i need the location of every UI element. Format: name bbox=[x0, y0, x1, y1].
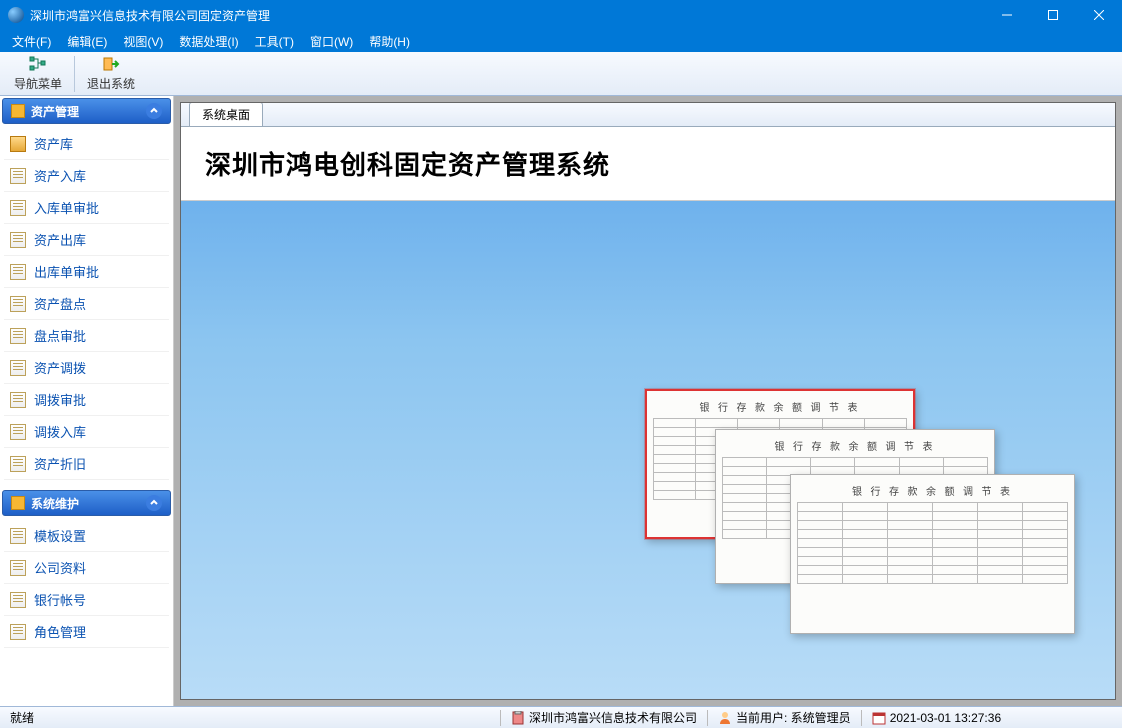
window-title: 深圳市鸿富兴信息技术有限公司固定资产管理 bbox=[30, 7, 984, 24]
doc-icon bbox=[10, 200, 26, 216]
menu-data[interactable]: 数据处理(I) bbox=[171, 31, 246, 52]
sidebar-group-system-label: 系统维护 bbox=[31, 495, 79, 512]
toolbar: 导航菜单 退出系统 bbox=[0, 52, 1122, 96]
grid-icon bbox=[11, 104, 25, 118]
content-area: 系统桌面 深圳市鸿电创科固定资产管理系统 银 行 存 款 余 额 调 节 表 银… bbox=[174, 96, 1122, 706]
sidebar-item-role[interactable]: 角色管理 bbox=[4, 616, 169, 648]
sidebar-item-transfer[interactable]: 资产调拨 bbox=[4, 352, 169, 384]
box-icon bbox=[10, 136, 26, 152]
doc-icon bbox=[10, 624, 26, 640]
sidebar-group-assets-body: 资产库 资产入库 入库单审批 资产出库 出库单审批 资产盘点 盘点审批 资产调拨… bbox=[0, 126, 173, 488]
chevron-up-icon bbox=[146, 495, 162, 511]
nav-menu-label: 导航菜单 bbox=[14, 75, 62, 92]
doc-icon bbox=[10, 232, 26, 248]
sidebar-item-out-approve[interactable]: 出库单审批 bbox=[4, 256, 169, 288]
sidebar: 资产管理 资产库 资产入库 入库单审批 资产出库 出库单审批 资产盘点 盘点审批… bbox=[0, 96, 174, 706]
calendar-icon bbox=[872, 711, 886, 725]
sidebar-item-asset-out[interactable]: 资产出库 bbox=[4, 224, 169, 256]
menu-window[interactable]: 窗口(W) bbox=[302, 31, 361, 52]
sidebar-item-transfer-approve[interactable]: 调拨审批 bbox=[4, 384, 169, 416]
doc-icon bbox=[10, 328, 26, 344]
chevron-up-icon bbox=[146, 103, 162, 119]
doc-icon bbox=[10, 456, 26, 472]
tab-desktop[interactable]: 系统桌面 bbox=[189, 102, 263, 126]
sidebar-item-template[interactable]: 模板设置 bbox=[4, 520, 169, 552]
sidebar-item-inventory-approve[interactable]: 盘点审批 bbox=[4, 320, 169, 352]
status-company: 深圳市鸿富兴信息技术有限公司 bbox=[501, 709, 707, 726]
menu-tool[interactable]: 工具(T) bbox=[247, 31, 302, 52]
status-bar: 就绪 深圳市鸿富兴信息技术有限公司 当前用户: 系统管理员 2021-03-01… bbox=[0, 706, 1122, 728]
sidebar-group-assets-label: 资产管理 bbox=[31, 103, 79, 120]
sidebar-item-asset-store[interactable]: 资产库 bbox=[4, 128, 169, 160]
banner-title: 深圳市鸿电创科固定资产管理系统 bbox=[205, 145, 1091, 182]
doc-icon bbox=[10, 424, 26, 440]
desktop-frame: 系统桌面 深圳市鸿电创科固定资产管理系统 银 行 存 款 余 额 调 节 表 银… bbox=[180, 102, 1116, 700]
title-bar: 深圳市鸿富兴信息技术有限公司固定资产管理 bbox=[0, 0, 1122, 30]
menu-bar: 文件(F) 编辑(E) 视图(V) 数据处理(I) 工具(T) 窗口(W) 帮助… bbox=[0, 30, 1122, 52]
grid-icon bbox=[11, 496, 25, 510]
doc-icon bbox=[10, 592, 26, 608]
sidebar-item-inventory[interactable]: 资产盘点 bbox=[4, 288, 169, 320]
forms-illustration: 银 行 存 款 余 额 调 节 表 银 行 存 款 余 额 调 节 表 银 行 … bbox=[645, 389, 1085, 669]
doc-icon bbox=[10, 296, 26, 312]
sidebar-group-assets[interactable]: 资产管理 bbox=[2, 98, 171, 124]
sidebar-group-system[interactable]: 系统维护 bbox=[2, 490, 171, 516]
sidebar-group-system-body: 模板设置 公司资料 银行帐号 角色管理 bbox=[0, 518, 173, 656]
doc-icon bbox=[10, 168, 26, 184]
maximize-button[interactable] bbox=[1030, 0, 1076, 30]
nav-menu-button[interactable]: 导航菜单 bbox=[6, 53, 70, 94]
user-icon bbox=[718, 711, 732, 725]
sidebar-item-depreciation[interactable]: 资产折旧 bbox=[4, 448, 169, 480]
exit-label: 退出系统 bbox=[87, 75, 135, 92]
exit-icon bbox=[101, 55, 121, 73]
close-button[interactable] bbox=[1076, 0, 1122, 30]
toolbar-separator bbox=[74, 56, 75, 92]
doc-icon bbox=[10, 392, 26, 408]
banner: 深圳市鸿电创科固定资产管理系统 bbox=[181, 127, 1115, 201]
status-ready: 就绪 bbox=[0, 709, 500, 726]
sidebar-item-transfer-in[interactable]: 调拨入库 bbox=[4, 416, 169, 448]
app-icon bbox=[8, 7, 24, 23]
menu-file[interactable]: 文件(F) bbox=[4, 31, 59, 52]
status-user: 当前用户: 系统管理员 bbox=[708, 709, 861, 726]
status-datetime: 2021-03-01 13:27:36 bbox=[862, 711, 1011, 725]
form-sheet-3: 银 行 存 款 余 额 调 节 表 bbox=[790, 474, 1075, 634]
doc-icon bbox=[10, 360, 26, 376]
menu-help[interactable]: 帮助(H) bbox=[361, 31, 418, 52]
tab-strip: 系统桌面 bbox=[181, 103, 1115, 127]
exit-button[interactable]: 退出系统 bbox=[79, 53, 143, 94]
sidebar-item-bank[interactable]: 银行帐号 bbox=[4, 584, 169, 616]
tree-icon bbox=[28, 55, 48, 73]
sidebar-item-asset-in[interactable]: 资产入库 bbox=[4, 160, 169, 192]
minimize-button[interactable] bbox=[984, 0, 1030, 30]
sidebar-item-company[interactable]: 公司资料 bbox=[4, 552, 169, 584]
doc-icon bbox=[10, 264, 26, 280]
menu-edit[interactable]: 编辑(E) bbox=[59, 31, 115, 52]
menu-view[interactable]: 视图(V) bbox=[115, 31, 171, 52]
doc-icon bbox=[10, 528, 26, 544]
doc-icon bbox=[10, 560, 26, 576]
sidebar-item-in-approve[interactable]: 入库单审批 bbox=[4, 192, 169, 224]
clipboard-icon bbox=[511, 711, 525, 725]
